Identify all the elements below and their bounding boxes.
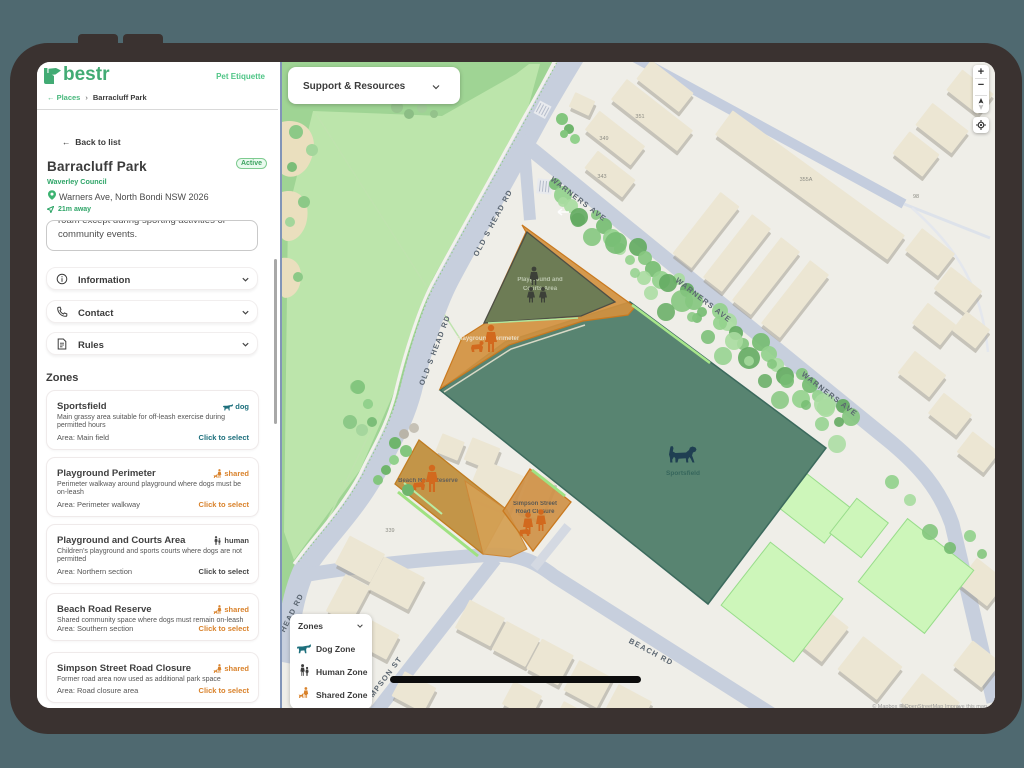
- svg-text:Road Closure: Road Closure: [515, 509, 555, 515]
- svg-text:339: 339: [385, 528, 394, 534]
- svg-text:Sportsfield: Sportsfield: [666, 470, 700, 477]
- svg-text:349: 349: [599, 136, 608, 142]
- svg-text:Courts Area: Courts Area: [523, 286, 558, 292]
- svg-text:98: 98: [913, 194, 919, 200]
- svg-text:351: 351: [635, 114, 644, 120]
- svg-text:355A: 355A: [800, 177, 813, 183]
- svg-text:Playground and: Playground and: [517, 277, 563, 283]
- svg-text:Simpson Street: Simpson Street: [513, 501, 557, 507]
- svg-text:343: 343: [597, 174, 606, 180]
